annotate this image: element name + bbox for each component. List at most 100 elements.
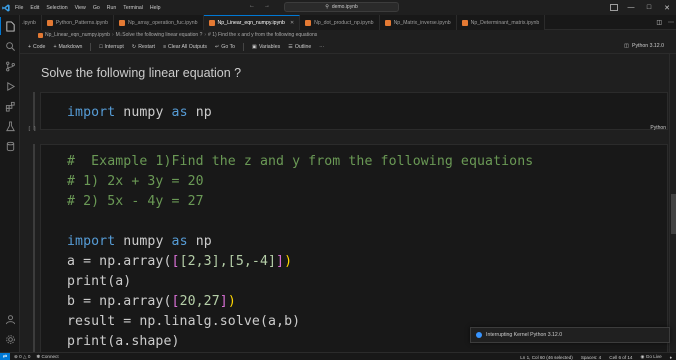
menu-selection[interactable]: Selection bbox=[46, 5, 67, 11]
editor-scrollbar[interactable] bbox=[669, 54, 676, 352]
code-line[interactable]: print(a) bbox=[67, 274, 131, 289]
notification-toast[interactable]: Interrupting Kernel Python 3.12.0 bbox=[470, 327, 670, 343]
search-icon[interactable] bbox=[0, 37, 20, 55]
divider bbox=[90, 42, 92, 51]
indentation[interactable]: Spaces: 4 bbox=[581, 355, 601, 360]
bracket-token: ] bbox=[276, 254, 285, 269]
kernel-icon: ◫ bbox=[624, 43, 629, 49]
command-center-search[interactable]: ⚲ demo.ipynb bbox=[284, 2, 399, 12]
split-editor-icon[interactable]: ◫ bbox=[656, 19, 662, 26]
database-icon[interactable] bbox=[0, 137, 20, 155]
code-comment-line[interactable]: # 2) 5x - 4y = 27 bbox=[67, 194, 204, 209]
tab-file[interactable]: Np_dot_product_np.ipynb bbox=[300, 15, 380, 30]
button-label: Variables bbox=[258, 43, 281, 50]
code-comment-line[interactable]: # 1) 2x + 3y = 20 bbox=[67, 174, 204, 189]
scrollbar-thumb[interactable] bbox=[671, 194, 676, 234]
button-label: Outline bbox=[294, 43, 312, 50]
restart-icon: ↻ bbox=[131, 43, 137, 50]
back-arrow-icon[interactable]: ← bbox=[249, 3, 255, 9]
keyword-token: as bbox=[171, 105, 188, 120]
menu-help[interactable]: Help bbox=[150, 5, 161, 11]
menu-run[interactable]: Run bbox=[107, 5, 117, 11]
flask-icon[interactable] bbox=[0, 117, 20, 135]
menu-go[interactable]: Go bbox=[93, 5, 100, 11]
menu-edit[interactable]: Edit bbox=[30, 5, 39, 11]
menu-view[interactable]: View bbox=[75, 5, 86, 11]
tab-file[interactable]: Np_array_operation_fuc.ipynb bbox=[114, 15, 204, 30]
code-line[interactable]: a = np.array([[2,3],[5,-4]]) bbox=[67, 254, 292, 269]
button-label: Clear All Outputs bbox=[168, 43, 207, 50]
tab-label: Np_array_operation_fuc.ipynb bbox=[128, 19, 198, 26]
more-actions-icon[interactable]: ⋯ bbox=[319, 44, 324, 50]
close-tab-icon[interactable]: ✕ bbox=[290, 20, 294, 26]
cell-language-label[interactable]: Python bbox=[650, 125, 666, 131]
breadcrumb-item[interactable]: # 1) Find the x and y from the following… bbox=[208, 32, 317, 38]
clear-icon: ≡ bbox=[162, 43, 166, 50]
problems-indicator[interactable]: ⊗ 0 △ 0 bbox=[14, 354, 30, 360]
bracket-token: ) bbox=[227, 294, 236, 309]
code-token: a = np.array( bbox=[67, 254, 172, 269]
button-label: Restart bbox=[138, 43, 155, 50]
restart-button[interactable]: ↻ Restart bbox=[132, 44, 155, 50]
account-icon[interactable] bbox=[0, 310, 20, 328]
cursor-position[interactable]: Ln 1, Col 60 (46 selected) bbox=[520, 355, 573, 360]
breadcrumb-item[interactable]: Np_Linear_eqn_numpy.ipynb bbox=[45, 32, 110, 38]
forward-arrow-icon[interactable]: → bbox=[264, 3, 270, 9]
button-label: Code bbox=[33, 43, 46, 50]
menu-file[interactable]: File bbox=[15, 5, 23, 11]
extensions-icon[interactable] bbox=[0, 97, 20, 115]
code-line[interactable]: b = np.array([20,27]) bbox=[67, 294, 236, 309]
tab-file[interactable]: Np_Determinant_matrix.ipynb bbox=[456, 15, 546, 30]
status-left: ⊗ 0 △ 0 ✽ Connect bbox=[14, 354, 59, 360]
tab-file[interactable]: Python_Patterns.ipynb bbox=[41, 15, 115, 30]
source-control-icon[interactable] bbox=[0, 57, 20, 75]
minimize-button[interactable]: — bbox=[622, 0, 640, 15]
variables-button[interactable]: ▣ Variables bbox=[252, 44, 280, 50]
bracket-token: ] bbox=[219, 294, 228, 309]
notebook-file-icon bbox=[305, 19, 312, 26]
notification-text: Interrupting Kernel Python 3.12.0 bbox=[486, 332, 563, 338]
close-button[interactable]: ✕ bbox=[658, 0, 676, 15]
menu-terminal[interactable]: Terminal bbox=[123, 5, 143, 11]
breadcrumb-item[interactable]: M↓Solve the following linear equation ? bbox=[116, 32, 203, 38]
tab-active-file[interactable]: Np_Linear_eqn_numpy.ipynb ✕ bbox=[203, 15, 301, 30]
code-line[interactable]: import numpy as np bbox=[67, 105, 212, 120]
editor-actions: ◫ ⋯ bbox=[656, 15, 674, 30]
code-line[interactable]: result = np.linalg.solve(a,b) bbox=[67, 314, 300, 329]
maximize-button[interactable]: □ bbox=[640, 0, 658, 15]
remote-indicator-icon[interactable]: ⇄ bbox=[0, 352, 10, 360]
connect-label: Connect bbox=[41, 353, 59, 359]
tab-file[interactable]: Np_Matrix_inverse.ipynb bbox=[379, 15, 457, 30]
clear-all-outputs-button[interactable]: ≡ Clear All Outputs bbox=[163, 44, 207, 50]
code-line[interactable]: print(a.shape) bbox=[67, 334, 180, 349]
plug-icon: ✽ bbox=[36, 353, 41, 359]
bell-icon[interactable]: ♦ bbox=[670, 355, 672, 360]
kernel-picker[interactable]: ◫ Python 3.12.0 bbox=[624, 43, 664, 49]
tab-file[interactable]: .ipynb bbox=[20, 15, 42, 30]
connect-status[interactable]: ✽ Connect bbox=[36, 354, 58, 360]
add-code-cell-button[interactable]: + Code bbox=[28, 44, 45, 50]
status-right: Ln 1, Col 60 (46 selected) Spaces: 4 Cel… bbox=[520, 353, 672, 360]
settings-gear-icon[interactable] bbox=[0, 330, 20, 348]
vscode-logo-icon bbox=[0, 0, 12, 15]
alias-token: np bbox=[195, 234, 212, 249]
run-debug-icon[interactable] bbox=[0, 77, 20, 95]
notebook-file-icon bbox=[461, 19, 468, 26]
layout-icon[interactable] bbox=[610, 4, 618, 11]
notebook-file-icon bbox=[119, 19, 126, 26]
code-line[interactable]: import numpy as np bbox=[67, 234, 212, 249]
interrupt-button[interactable]: □ Interrupt bbox=[99, 44, 123, 50]
code-comment-line[interactable]: # Example 1)Find the z and y from the fo… bbox=[67, 154, 533, 169]
explorer-icon[interactable] bbox=[0, 17, 20, 35]
more-actions-icon[interactable]: ⋯ bbox=[668, 19, 674, 26]
error-count: 0 bbox=[19, 353, 22, 359]
add-markdown-cell-button[interactable]: + Markdown bbox=[53, 44, 82, 50]
status-bar: ⇄ ⊗ 0 △ 0 ✽ Connect Ln 1, Col 60 (46 sel… bbox=[0, 352, 676, 360]
notebook-toolbar: + Code + Markdown □ Interrupt ↻ Restart … bbox=[20, 40, 676, 54]
error-icon: ⊗ bbox=[14, 353, 18, 359]
plus-icon: + bbox=[28, 43, 32, 50]
go-to-button[interactable]: ↵ Go To bbox=[215, 44, 235, 50]
go-live-button[interactable]: ◉ Go Live bbox=[641, 354, 662, 360]
cell-indicator[interactable]: Cell 6 of 14 bbox=[609, 355, 632, 360]
outline-button[interactable]: ☰ Outline bbox=[288, 44, 311, 50]
